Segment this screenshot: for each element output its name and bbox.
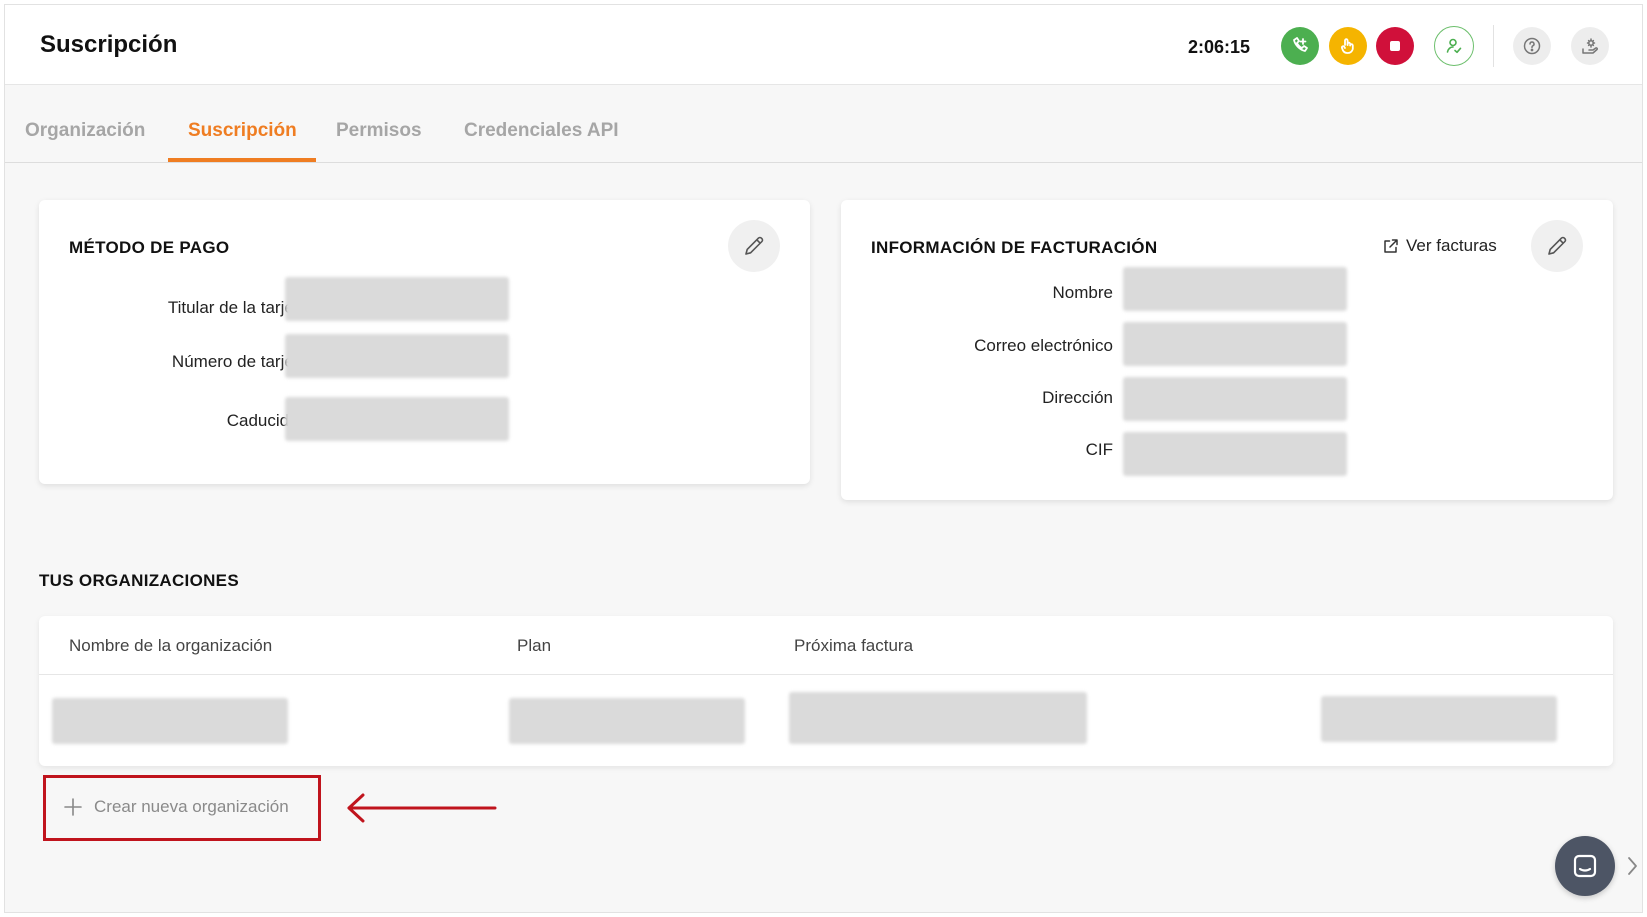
tab-credenciales-api[interactable]: Credenciales API: [464, 120, 619, 142]
billing-info-title: INFORMACIÓN DE FACTURACIÓN: [871, 238, 1158, 257]
column-header-org-name: Nombre de la organización: [69, 636, 273, 655]
column-header-plan: Plan: [517, 636, 552, 655]
payment-method-title: MÉTODO DE PAGO: [69, 238, 230, 257]
org-name-cell: [52, 698, 288, 744]
row-actions-cell: [1321, 696, 1557, 742]
view-invoices-label: Ver facturas: [1406, 236, 1497, 255]
billing-cif-value: [1123, 432, 1347, 476]
organizations-table: Nombre de la organización Plan Próxima f…: [39, 616, 1613, 766]
tab-organizacion[interactable]: Organización: [25, 120, 145, 142]
billing-email-label: Correo electrónico: [974, 336, 1113, 355]
account-settings-button[interactable]: [1571, 27, 1609, 65]
top-header: Suscripción 2:06:15: [5, 5, 1642, 85]
dial-icon: [1293, 37, 1308, 52]
active-tab-indicator: [168, 158, 316, 162]
billing-name-value: [1123, 267, 1347, 311]
plan-cell: [509, 698, 745, 744]
help-button[interactable]: [1513, 27, 1551, 65]
hand-button[interactable]: [1329, 27, 1367, 65]
next-invoice-cell: [789, 692, 1087, 744]
billing-address-label: Dirección: [1042, 388, 1113, 407]
billing-name-label: Nombre: [1052, 283, 1113, 302]
edit-payment-button[interactable]: [728, 220, 780, 272]
organizations-title: TUS ORGANIZACIONES: [39, 571, 239, 590]
payment-method-card: MÉTODO DE PAGO Titular de la tarjeta Núm…: [39, 200, 810, 484]
card-holder-value: [285, 277, 509, 321]
user-icon: [1446, 38, 1462, 54]
settings-icon: [1582, 38, 1598, 54]
pencil-icon: [1548, 236, 1567, 255]
card-number-value: [285, 334, 509, 378]
user-status-button[interactable]: [1434, 26, 1474, 66]
billing-email-value: [1123, 322, 1347, 366]
help-icon: [1523, 37, 1541, 55]
header-divider: [1493, 25, 1494, 67]
tab-suscripcion[interactable]: Suscripción: [188, 120, 297, 142]
table-header-divider: [39, 674, 1613, 675]
billing-cif-label: CIF: [1085, 440, 1113, 459]
card-expiry-value: [285, 397, 509, 441]
view-invoices-link[interactable]: Ver facturas: [1382, 236, 1497, 256]
dial-button[interactable]: [1281, 27, 1319, 65]
plus-icon: [64, 798, 82, 816]
create-org-highlight: Crear nueva organización: [43, 775, 321, 841]
page-title: Suscripción: [40, 31, 178, 58]
create-org-button[interactable]: Crear nueva organización: [62, 796, 289, 818]
stop-button[interactable]: [1376, 27, 1414, 65]
tab-permisos[interactable]: Permisos: [336, 120, 422, 142]
column-header-next-invoice: Próxima factura: [794, 636, 914, 655]
hand-icon: [1341, 38, 1354, 54]
chat-button[interactable]: [1555, 836, 1615, 896]
chevron-right-icon[interactable]: [1625, 855, 1639, 877]
edit-billing-button[interactable]: [1531, 220, 1583, 272]
create-org-label: Crear nueva organización: [94, 797, 289, 816]
tab-bar: Organización Suscripción Permisos Creden…: [5, 86, 1642, 163]
session-timer: 2:06:15: [1188, 37, 1251, 57]
billing-address-value: [1123, 377, 1347, 421]
external-link-icon: [1384, 239, 1398, 253]
chat-icon: [1573, 854, 1597, 878]
pointer-arrow-icon: [347, 793, 497, 823]
pencil-icon: [745, 236, 764, 255]
app-frame: Suscripción 2:06:15 Organización Suscrip…: [4, 4, 1643, 913]
billing-info-card: INFORMACIÓN DE FACTURACIÓN Ver facturas …: [841, 200, 1613, 500]
stop-icon: [1390, 41, 1400, 51]
